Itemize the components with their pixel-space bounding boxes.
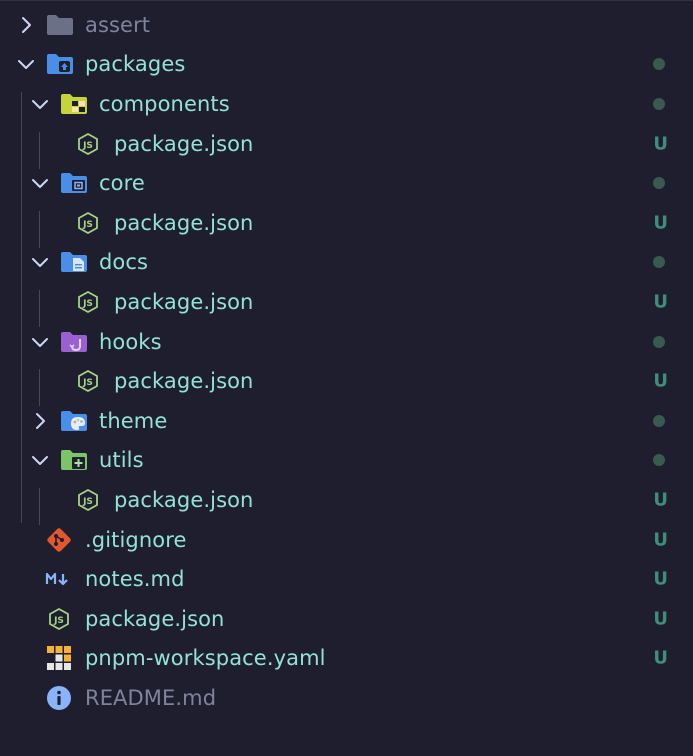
tree-item-label: packages <box>85 52 186 77</box>
modified-dot <box>653 335 665 348</box>
folder-docs-icon <box>60 250 88 274</box>
tree-item-label: package.json <box>114 210 254 235</box>
svg-text:JS: JS <box>82 141 93 151</box>
tree-item-package-json[interactable]: JS package.json U <box>0 124 693 164</box>
tree-item-label: utils <box>99 448 144 473</box>
folder-theme-icon <box>60 409 88 433</box>
nodejs-icon: JS <box>74 369 102 393</box>
git-icon <box>45 527 73 552</box>
tree-item-label: hooks <box>99 329 162 354</box>
tree-item-core[interactable]: core <box>0 163 693 203</box>
tree-item-package-json[interactable]: JS package.json U <box>0 361 693 401</box>
tree-item-hooks[interactable]: hooks <box>0 322 693 362</box>
modified-dot <box>653 454 665 467</box>
folder-core-icon <box>60 171 88 195</box>
chevron-down-icon[interactable] <box>31 95 49 113</box>
nodejs-icon: JS <box>74 290 102 314</box>
svg-text:JS: JS <box>82 220 93 230</box>
info-icon <box>45 685 73 710</box>
untracked-status: U <box>653 647 668 669</box>
tree-item-package-json[interactable]: JS package.json U <box>0 282 693 322</box>
untracked-status: U <box>653 529 668 551</box>
svg-text:JS: JS <box>53 616 64 626</box>
tree-item-readme[interactable]: README.md <box>0 678 693 718</box>
untracked-status: U <box>653 608 668 630</box>
tree-item-label: package.json <box>114 289 254 314</box>
chevron-down-icon[interactable] <box>17 55 35 73</box>
nodejs-icon: JS <box>74 132 102 156</box>
untracked-status: U <box>653 212 668 234</box>
chevron-down-icon[interactable] <box>31 253 49 271</box>
tree-item-label: README.md <box>85 685 217 710</box>
tree-item-label: core <box>99 171 145 196</box>
tree-item-label: package.json <box>85 606 225 631</box>
folder-icon <box>46 13 74 37</box>
chevron-right-icon[interactable] <box>17 16 35 34</box>
tree-item-theme[interactable]: theme <box>0 401 693 441</box>
tree-item-label: package.json <box>114 131 254 156</box>
tree-item-gitignore[interactable]: .gitignore U <box>0 520 693 560</box>
modified-dot <box>653 256 665 269</box>
svg-text:JS: JS <box>82 299 93 309</box>
pnpm-icon <box>45 646 73 671</box>
untracked-status: U <box>653 489 668 511</box>
markdown-icon <box>45 567 73 591</box>
tree-item-label: notes.md <box>85 567 185 592</box>
chevron-down-icon[interactable] <box>31 451 49 469</box>
file-explorer-tree: assert packages components JS package.js… <box>0 5 693 718</box>
untracked-status: U <box>653 568 668 590</box>
tree-item-components[interactable]: components <box>0 84 693 124</box>
nodejs-icon: JS <box>74 488 102 512</box>
tree-item-notes-md[interactable]: notes.md U <box>0 559 693 599</box>
tree-item-package-json[interactable]: JS package.json U <box>0 203 693 243</box>
folder-packages-icon <box>46 52 74 76</box>
nodejs-icon: JS <box>74 211 102 235</box>
modified-dot <box>653 58 665 71</box>
tree-item-label: package.json <box>114 487 254 512</box>
tree-item-label: .gitignore <box>85 527 187 552</box>
tree-item-pnpm-workspace[interactable]: pnpm-workspace.yaml U <box>0 639 693 679</box>
tree-item-label: package.json <box>114 369 254 394</box>
folder-utils-icon <box>60 448 88 472</box>
top-divider <box>0 0 693 1</box>
chevron-right-icon[interactable] <box>31 412 49 430</box>
tree-item-label: pnpm-workspace.yaml <box>85 646 326 671</box>
modified-dot <box>653 177 665 190</box>
modified-dot <box>653 414 665 427</box>
tree-item-package-json[interactable]: JS package.json U <box>0 599 693 639</box>
tree-item-label: assert <box>85 12 151 37</box>
svg-text:JS: JS <box>82 378 93 388</box>
tree-item-package-json[interactable]: JS package.json U <box>0 480 693 520</box>
tree-item-label: docs <box>99 250 149 275</box>
untracked-status: U <box>653 291 668 313</box>
chevron-down-icon[interactable] <box>31 174 49 192</box>
folder-hooks-icon <box>60 330 88 354</box>
tree-item-label: components <box>99 91 230 116</box>
modified-dot <box>653 97 665 110</box>
untracked-status: U <box>653 133 668 155</box>
svg-text:JS: JS <box>82 497 93 507</box>
tree-item-label: theme <box>99 408 168 433</box>
nodejs-icon: JS <box>45 607 73 631</box>
chevron-down-icon[interactable] <box>31 333 49 351</box>
tree-item-assert[interactable]: assert <box>0 5 693 45</box>
tree-item-packages[interactable]: packages <box>0 45 693 85</box>
tree-item-docs[interactable]: docs <box>0 243 693 283</box>
untracked-status: U <box>653 370 668 392</box>
folder-components-icon <box>60 92 88 116</box>
tree-item-utils[interactable]: utils <box>0 441 693 481</box>
